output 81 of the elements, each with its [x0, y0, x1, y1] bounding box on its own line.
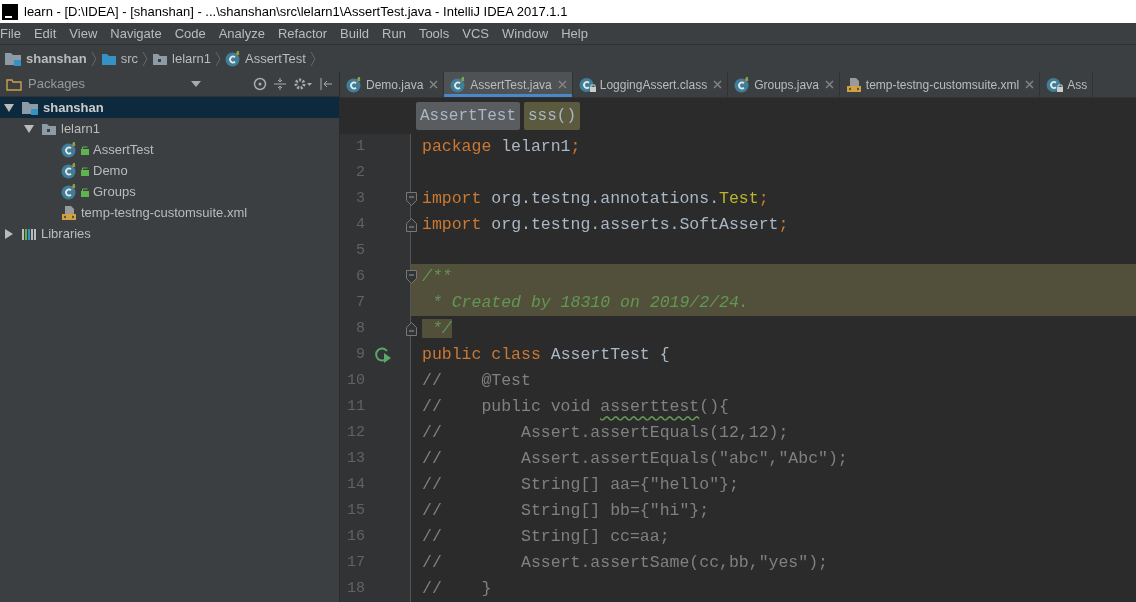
tree-item[interactable]: AssertTest [0, 139, 339, 160]
chevron-icon [309, 50, 316, 67]
tree-item[interactable]: Libraries [0, 223, 339, 244]
code-line: // public void asserttest(){ [422, 396, 729, 418]
tree-item[interactable]: Demo [0, 160, 339, 181]
menu-item[interactable]: Analyze [218, 23, 265, 44]
structure-crumb[interactable]: AssertTest [416, 102, 520, 130]
editor-tab[interactable]: AssertTest.java [444, 72, 573, 97]
panel-title[interactable]: Packages [28, 74, 185, 94]
crosshair-icon [253, 77, 267, 91]
code-line: // Assert.assertEquals("abc","Abc"); [422, 448, 848, 470]
panel-icon [6, 77, 22, 91]
tree-label: temp-testng-customsuite.xml [81, 203, 248, 222]
code-line: // } [422, 578, 492, 600]
tree-item[interactable]: shanshan [0, 97, 339, 118]
package-icon [41, 121, 57, 136]
code-line: public class AssertTest { [422, 344, 670, 366]
locked-class-icon [578, 76, 596, 93]
breadcrumb-item[interactable]: shanshan [26, 48, 87, 69]
code-line: // String[] bb={"hi"}; [422, 500, 710, 522]
class-icon [450, 76, 467, 93]
menu-item[interactable]: VCS [462, 23, 489, 44]
tree-item[interactable]: lelarn1 [0, 118, 339, 139]
class-icon [61, 183, 77, 200]
menu-item[interactable]: Navigate [110, 23, 162, 44]
breadcrumb-item[interactable]: AssertTest [245, 48, 306, 69]
chevron-icon [215, 50, 222, 67]
menu-item[interactable]: Run [382, 23, 406, 44]
lock-icon [81, 144, 89, 155]
code-line: import org.testng.annotations.Test; [422, 188, 769, 210]
class-icon [346, 76, 362, 93]
breadcrumb-item[interactable]: lelarn1 [172, 48, 212, 69]
folder-icon [100, 51, 117, 66]
code-line: import org.testng.asserts.SoftAssert; [422, 214, 789, 236]
tree-label: Libraries [41, 224, 91, 243]
tree-label: lelarn1 [61, 119, 101, 138]
tree-label: Groups [93, 182, 136, 201]
lock-icon [81, 165, 89, 176]
project-folder-icon [21, 99, 39, 116]
class-icon [61, 141, 77, 158]
menu-item[interactable]: Refactor [277, 23, 328, 44]
code-line: // String[] cc=aa; [422, 526, 670, 548]
libraries-icon [21, 226, 37, 241]
chevron-icon [142, 50, 149, 67]
code-line: package lelarn1; [422, 136, 581, 158]
tree-label: shanshan [43, 98, 104, 117]
hide-panel-icon [319, 77, 333, 91]
window-title: learn - [D:\IDEA] - [shanshan] - ...\shanshan\src\lelarn1\AssertTest.java - IntelliJ IDEA 2017.1.1 [24, 2, 568, 21]
code-line: // Assert.assertEquals(12,12); [422, 422, 789, 444]
menu-item[interactable]: View [69, 23, 98, 44]
code-line: /** [422, 266, 452, 288]
collapse-icon [273, 77, 287, 91]
menu-item[interactable]: Tools [418, 23, 450, 44]
tree-label: Demo [93, 161, 128, 180]
lock-icon [81, 186, 89, 197]
xml-file-icon [845, 76, 862, 93]
menu-item[interactable]: Build [340, 23, 369, 44]
dropdown-caret-icon [191, 81, 201, 87]
structure-crumb[interactable]: sss() [524, 102, 581, 130]
class-icon [734, 76, 751, 93]
chevron-icon [90, 50, 97, 67]
breadcrumb-item[interactable]: src [120, 48, 139, 69]
package-icon [152, 51, 169, 66]
menu-item[interactable]: File [0, 23, 21, 44]
code-line: // @Test [422, 370, 531, 392]
menu-item[interactable]: Window [501, 23, 549, 44]
class-icon [61, 162, 77, 179]
settings-icon [293, 77, 313, 91]
tree-label: AssertTest [93, 140, 154, 159]
menu-item[interactable]: Edit [33, 23, 57, 44]
code-line: * Created by 18310 on 2019/2/24. [430, 292, 749, 314]
code-line: // Assert.assertSame(cc,bb,"yes"); [422, 552, 828, 574]
menu-item[interactable]: Code [174, 23, 206, 44]
class-icon [225, 50, 242, 67]
tree-item[interactable]: temp-testng-customsuite.xml [0, 202, 339, 223]
code-line: // String[] aa={"hello"}; [422, 474, 739, 496]
tree-item[interactable]: Groups [0, 181, 339, 202]
xml-file-icon [61, 204, 77, 221]
menu-item[interactable]: Help [561, 23, 588, 44]
locked-class-icon [1046, 76, 1064, 93]
project-folder-icon [4, 50, 22, 67]
